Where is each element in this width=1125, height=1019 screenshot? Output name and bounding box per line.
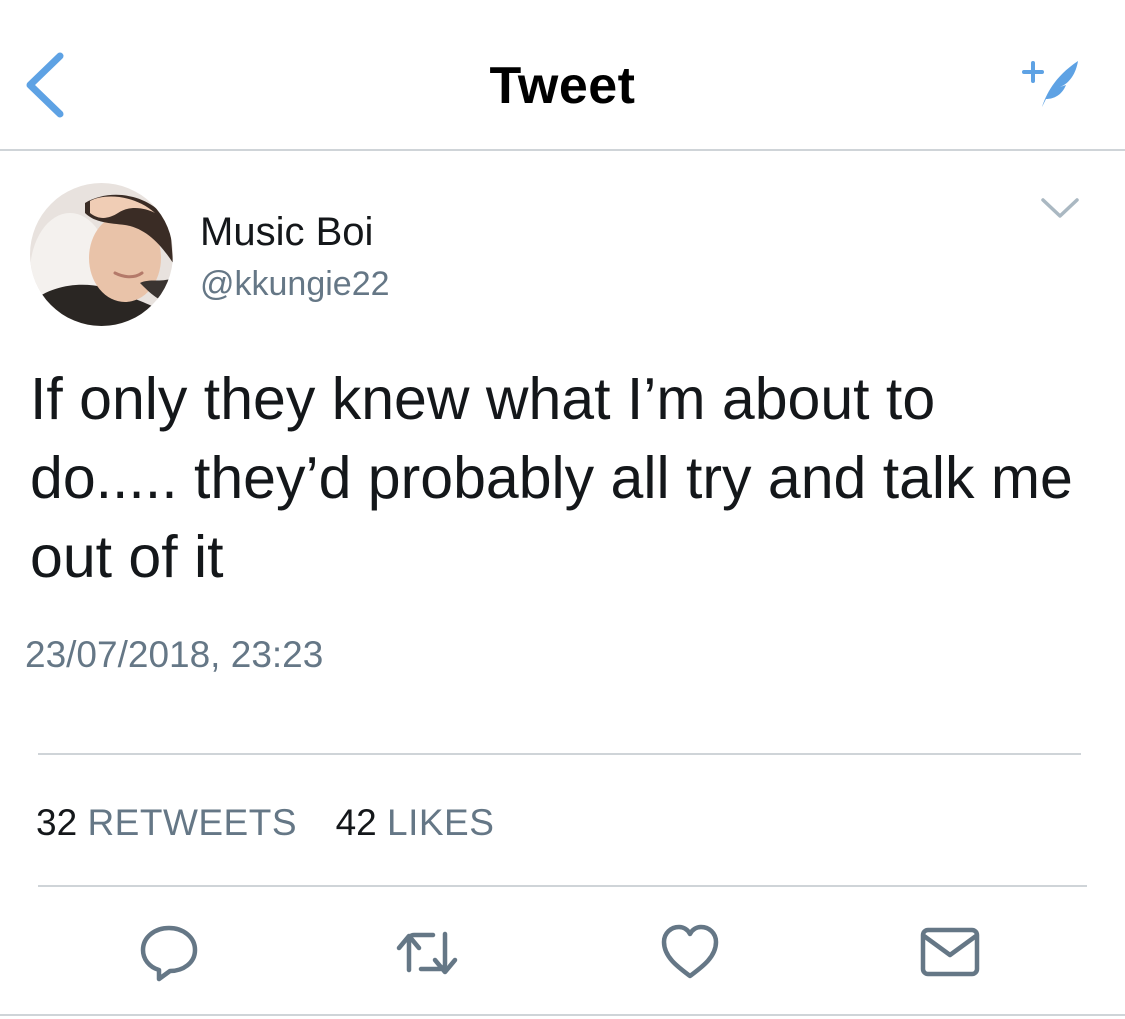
retweets-count: 32 xyxy=(36,802,78,843)
envelope-icon xyxy=(920,927,980,977)
likes-stat[interactable]: 42 LIKES xyxy=(325,802,494,843)
compose-feather-icon[interactable] xyxy=(1020,55,1084,111)
likes-label: LIKES xyxy=(387,802,495,843)
retweet-icon xyxy=(396,931,458,975)
reply-icon xyxy=(140,925,198,982)
avatar-photo xyxy=(30,183,173,326)
share-dm-button[interactable] xyxy=(918,922,982,982)
tweet-timestamp: 23/07/2018, 23:23 xyxy=(25,634,324,675)
tweet-detail-screen: Tweet Music Boi @kkungie22 If only they … xyxy=(0,0,1125,1019)
reply-button[interactable] xyxy=(137,922,201,982)
divider xyxy=(38,753,1081,755)
bottom-divider xyxy=(0,1014,1125,1016)
avatar[interactable] xyxy=(30,183,173,326)
heart-icon xyxy=(661,924,719,979)
author-display-name[interactable]: Music Boi xyxy=(200,210,373,255)
retweets-label: RETWEETS xyxy=(87,802,297,843)
author-handle[interactable]: @kkungie22 xyxy=(200,265,390,304)
retweet-button[interactable] xyxy=(395,922,459,982)
tweet-stats: 32 RETWEETS 42 LIKES xyxy=(36,802,494,844)
tweet-text: If only they knew what I’m about to do..… xyxy=(30,366,1073,590)
divider xyxy=(38,885,1087,887)
top-navigation-bar: Tweet xyxy=(0,0,1125,151)
chevron-down-icon[interactable] xyxy=(1040,196,1080,222)
like-button[interactable] xyxy=(658,922,722,982)
page-title: Tweet xyxy=(489,57,636,115)
retweets-stat[interactable]: 32 RETWEETS xyxy=(36,802,307,843)
likes-count: 42 xyxy=(335,802,377,843)
